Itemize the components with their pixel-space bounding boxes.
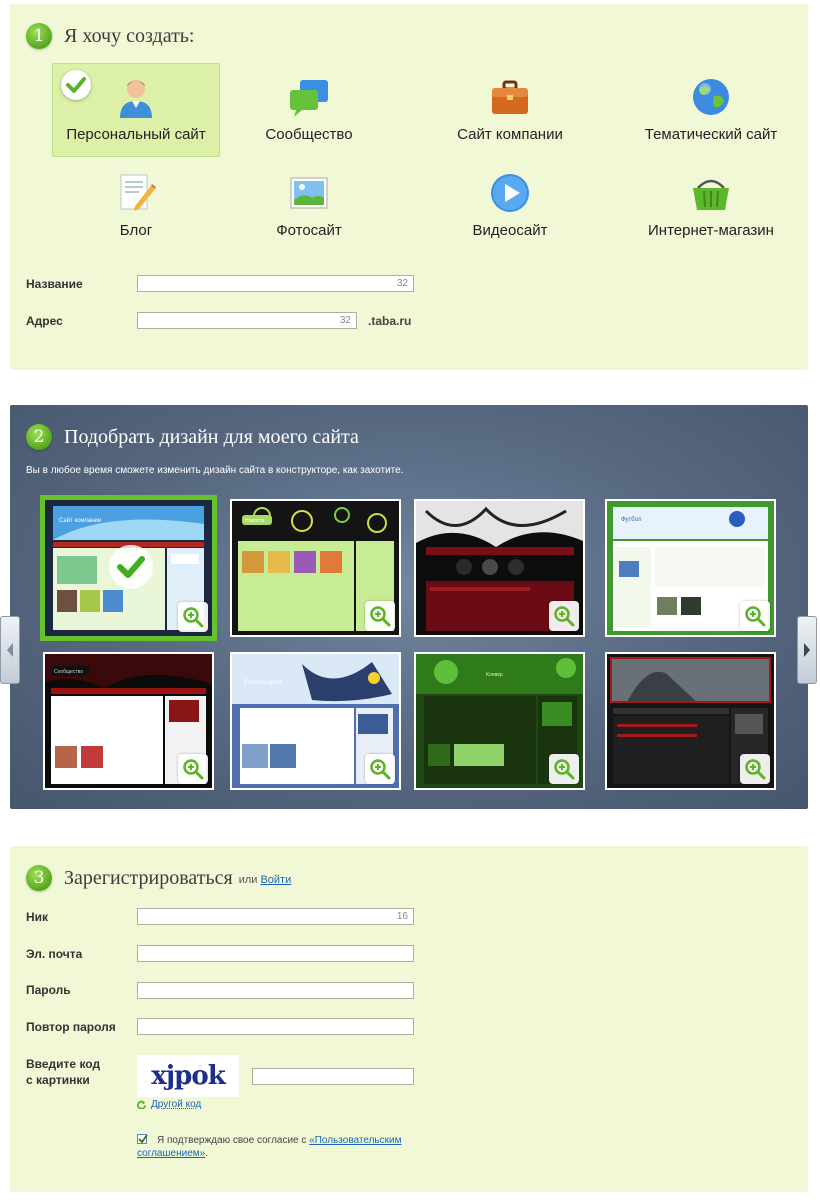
checkmark-icon	[138, 1134, 148, 1144]
other-code-link[interactable]: Другой код	[137, 1099, 201, 1110]
type-photo-site[interactable]: Фотосайт	[225, 159, 393, 253]
agreement-checkbox[interactable]	[137, 1134, 148, 1144]
step-create-panel: 1 Я хочу создать: Персональный сайт Сооб…	[10, 4, 808, 370]
password-repeat-input[interactable]	[137, 1018, 414, 1035]
design-thumb-football[interactable]: Футбол	[605, 499, 776, 637]
type-label: Сайт компании	[457, 126, 563, 143]
document-pencil-icon	[115, 172, 157, 214]
step2-title: Подобрать дизайн для моего сайта	[64, 425, 359, 448]
type-video-site[interactable]: Видеосайт	[426, 159, 594, 253]
design-thumb-halo[interactable]	[605, 652, 776, 790]
step1-title: Я хочу создать:	[64, 24, 195, 47]
basket-icon	[690, 172, 732, 214]
step2-subtitle: Вы в любое время сможете изменить дизайн…	[26, 465, 404, 476]
step3-title: Зарегистрироваться	[64, 866, 233, 889]
zoom-icon[interactable]	[549, 754, 579, 784]
arrow-left-icon	[7, 643, 13, 657]
zoom-icon[interactable]	[365, 754, 395, 784]
password-label: Пароль	[26, 983, 71, 997]
nick-label: Ник	[26, 910, 49, 924]
design-title: Новости	[245, 518, 265, 524]
design-title: Extreme sport	[244, 680, 282, 686]
play-icon	[489, 172, 531, 214]
step2-header: 2 Подобрать дизайн для моего сайта	[26, 423, 359, 451]
refresh-icon	[137, 1100, 146, 1109]
globe-icon	[690, 76, 732, 118]
login-link[interactable]: Войти	[260, 874, 291, 886]
arrow-right-icon	[804, 643, 810, 657]
step-design-panel: 2 Подобрать дизайн для моего сайта Вы в …	[10, 405, 808, 809]
captcha-label: Введите код с картинки	[26, 1056, 100, 1088]
type-label: Персональный сайт	[66, 126, 206, 143]
design-thumb-dark-circles[interactable]: Новости	[230, 499, 401, 637]
briefcase-icon	[489, 76, 531, 118]
zoom-icon[interactable]	[740, 601, 770, 631]
zoom-icon[interactable]	[365, 601, 395, 631]
step3-header: 3 Зарегистрироваться или Войти	[26, 864, 291, 892]
captcha-label-line1: Введите код	[26, 1057, 101, 1071]
email-input[interactable]	[137, 945, 414, 962]
picture-icon	[288, 172, 330, 214]
selected-design-check-icon	[109, 545, 153, 589]
type-label: Видеосайт	[472, 222, 548, 239]
type-label: Интернет-магазин	[648, 222, 774, 239]
zoom-icon[interactable]	[178, 602, 208, 632]
type-personal-site[interactable]: Персональный сайт	[52, 63, 220, 157]
password-repeat-label: Повтор пароля	[26, 1020, 116, 1034]
agreement-block: Я подтверждаю свое согласие с «Пользоват…	[137, 1134, 427, 1160]
password-input[interactable]	[137, 982, 414, 999]
design-title: Футбол	[621, 517, 642, 523]
person-icon	[115, 76, 157, 118]
step1-header: 1 Я хочу создать:	[26, 22, 195, 50]
design-thumb-extreme-sport[interactable]: Extreme sport	[230, 652, 401, 790]
step1-number-badge: 1	[26, 23, 52, 49]
captcha-label-line2: с картинки	[26, 1073, 90, 1087]
agreement-text: Я подтверждаю свое согласие с	[157, 1135, 307, 1146]
nick-input[interactable]: 16	[137, 908, 414, 925]
type-label: Тематический сайт	[644, 126, 778, 143]
selected-check-icon	[61, 70, 91, 100]
design-title: Клевер	[486, 672, 503, 678]
type-blog[interactable]: Блог	[52, 159, 220, 253]
site-address-input[interactable]: 32	[137, 312, 357, 329]
gallery-prev-arrow[interactable]	[0, 616, 20, 684]
or-text: или	[238, 874, 258, 886]
captcha-image: xjpok	[137, 1055, 239, 1097]
design-thumb-clover[interactable]: Клевер	[414, 652, 585, 790]
site-address-label: Адрес	[26, 314, 63, 328]
type-online-shop[interactable]: Интернет-магазин	[627, 159, 795, 253]
type-company-site[interactable]: Сайт компании	[426, 63, 594, 157]
other-code-text: Другой код	[151, 1099, 202, 1110]
design-thumb-dark-red[interactable]	[414, 499, 585, 637]
site-name-label: Название	[26, 277, 83, 291]
step-register-panel: 3 Зарегистрироваться или Войти Ник 16 Эл…	[10, 846, 808, 1192]
design-thumb-company[interactable]: Сайт компании	[40, 495, 217, 641]
site-name-input[interactable]: 32	[137, 275, 414, 292]
email-label: Эл. почта	[26, 947, 83, 961]
chat-bubbles-icon	[288, 76, 330, 118]
zoom-icon[interactable]	[178, 754, 208, 784]
step2-number-badge: 2	[26, 424, 52, 450]
type-label: Блог	[119, 222, 153, 239]
domain-suffix: .taba.ru	[368, 314, 412, 328]
design-title: Сообщество	[54, 669, 83, 675]
type-label: Фотосайт	[276, 222, 342, 239]
zoom-icon[interactable]	[740, 754, 770, 784]
type-thematic-site[interactable]: Тематический сайт	[627, 63, 795, 157]
captcha-input[interactable]	[252, 1068, 414, 1085]
zoom-icon[interactable]	[549, 601, 579, 631]
gallery-next-arrow[interactable]	[797, 616, 817, 684]
design-title: Сайт компании	[59, 517, 101, 524]
design-thumb-black-red[interactable]: Сообщество	[43, 652, 214, 790]
step3-number-badge: 3	[26, 865, 52, 891]
type-community[interactable]: Сообщество	[225, 63, 393, 157]
type-label: Сообщество	[265, 126, 353, 143]
agreement-end: .	[205, 1148, 208, 1159]
